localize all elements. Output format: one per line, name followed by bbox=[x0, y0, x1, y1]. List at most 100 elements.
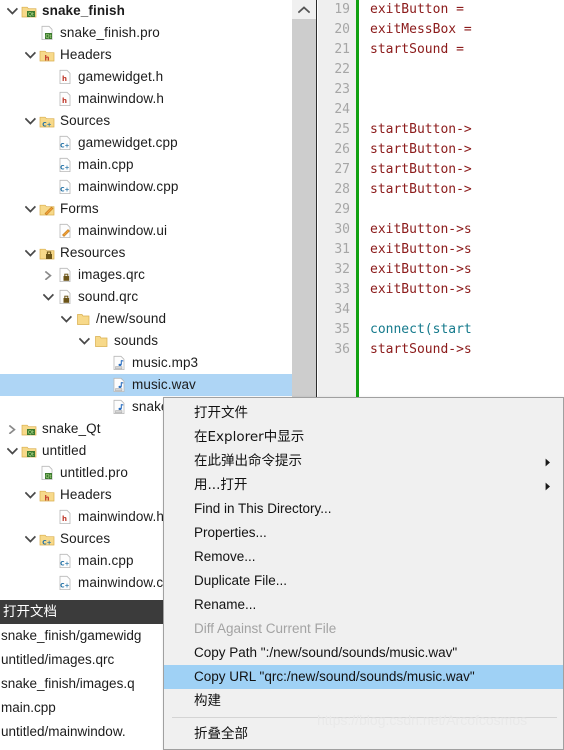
context-menu-item-label: Copy Path ":/new/sound/sounds/music.wav" bbox=[194, 645, 458, 660]
chevron-down-icon[interactable] bbox=[43, 293, 54, 302]
context-menu-item[interactable]: 用...打开 bbox=[164, 473, 563, 497]
chevron-down-icon[interactable] bbox=[25, 51, 36, 60]
context-menu-item[interactable]: Rename... bbox=[164, 593, 563, 617]
code-line: 34 bbox=[318, 300, 564, 320]
context-menu-item[interactable]: Properties... bbox=[164, 521, 563, 545]
open-documents-list[interactable]: snake_finish/gamewidg untitled/images.qrc… bbox=[0, 624, 163, 743]
tree-item-gamewidget-h[interactable]: h gamewidget.h bbox=[0, 66, 292, 88]
tree-item-label: snake_finish.pro bbox=[60, 25, 160, 40]
line-number: 31 bbox=[334, 242, 350, 257]
qrc-file-icon bbox=[59, 267, 71, 282]
context-menu-item[interactable]: 打开文件 bbox=[164, 401, 563, 425]
open-document-item[interactable]: snake_finish/images.q bbox=[0, 672, 163, 696]
code-line: 30 exitButton->s bbox=[318, 220, 564, 240]
twisty-placeholder bbox=[94, 374, 110, 396]
code-text: connect(start bbox=[370, 322, 472, 337]
line-number: 24 bbox=[334, 102, 350, 117]
code-line: 35 connect(start bbox=[318, 320, 564, 340]
tree-item-headers[interactable]: h Headers bbox=[0, 44, 292, 66]
chevron-down-icon[interactable] bbox=[4, 0, 20, 22]
qt-project-folder-icon: Qt bbox=[20, 0, 38, 22]
forms-folder-icon bbox=[38, 198, 56, 220]
chevron-down-icon[interactable] bbox=[61, 315, 72, 324]
chevron-down-icon[interactable] bbox=[7, 447, 18, 456]
tree-item-mainwindow-cpp[interactable]: C+ mainwindow.cpp bbox=[0, 176, 292, 198]
chevron-down-icon[interactable] bbox=[25, 535, 36, 544]
context-menu-item-label: Find in This Directory... bbox=[194, 501, 332, 516]
chevron-right-icon[interactable] bbox=[40, 264, 56, 286]
context-menu-item[interactable]: 在此弹出命令提示 bbox=[164, 449, 563, 473]
tree-item-mainwindow-ui[interactable]: mainwindow.ui bbox=[0, 220, 292, 242]
chevron-down-icon[interactable] bbox=[25, 117, 36, 126]
code-text: exitButton->s bbox=[370, 242, 472, 257]
context-menu-item[interactable]: 在Explorer中显示 bbox=[164, 425, 563, 449]
chevron-down-icon[interactable] bbox=[22, 44, 38, 66]
tree-item-sound-qrc[interactable]: sound.qrc bbox=[0, 286, 292, 308]
tree-item-label: sound.qrc bbox=[78, 289, 139, 304]
context-menu-item-label: 打开文件 bbox=[194, 405, 248, 421]
code-text: startButton-> bbox=[370, 122, 472, 137]
line-number: 23 bbox=[334, 82, 350, 97]
chevron-down-icon[interactable] bbox=[76, 330, 92, 352]
chevron-down-icon[interactable] bbox=[22, 484, 38, 506]
code-text: startSound->s bbox=[370, 342, 472, 357]
context-menu-item: Diff Against Current File bbox=[164, 617, 563, 641]
chevron-down-icon[interactable] bbox=[58, 308, 74, 330]
open-documents-title: 打开文档 bbox=[0, 600, 163, 624]
tree-item--new-sound[interactable]: /new/sound bbox=[0, 308, 292, 330]
code-line: 26 startButton-> bbox=[318, 140, 564, 160]
chevron-down-icon[interactable] bbox=[40, 286, 56, 308]
tree-item-snake-finish[interactable]: Qt snake_finish bbox=[0, 0, 292, 22]
chevron-down-icon[interactable] bbox=[25, 491, 36, 500]
open-document-item[interactable]: snake_finish/gamewidg bbox=[0, 624, 163, 648]
tree-item-music-mp3[interactable]: music.mp3 bbox=[0, 352, 292, 374]
twisty-placeholder bbox=[94, 396, 110, 418]
chevron-down-icon[interactable] bbox=[25, 205, 36, 214]
audio-file-icon bbox=[110, 374, 128, 396]
chevron-down-icon[interactable] bbox=[22, 528, 38, 550]
chevron-down-icon[interactable] bbox=[7, 7, 18, 16]
twisty-placeholder bbox=[40, 66, 56, 88]
line-number: 29 bbox=[334, 202, 350, 217]
chevron-right-icon[interactable] bbox=[4, 418, 20, 440]
tree-item-main-cpp[interactable]: C+ main.cpp bbox=[0, 154, 292, 176]
context-menu-item[interactable]: Remove... bbox=[164, 545, 563, 569]
context-menu-item[interactable]: 构建 bbox=[164, 689, 563, 713]
context-menu[interactable]: 打开文件在Explorer中显示 在此弹出命令提示 用...打开 Find in Th… bbox=[163, 397, 564, 750]
tree-item-images-qrc[interactable]: images.qrc bbox=[0, 264, 292, 286]
tree-item-sources[interactable]: C+ Sources bbox=[0, 110, 292, 132]
tree-item-sounds[interactable]: sounds bbox=[0, 330, 292, 352]
open-document-item[interactable]: untitled/mainwindow. bbox=[0, 720, 163, 743]
chevron-down-icon[interactable] bbox=[22, 198, 38, 220]
code-line: 23 bbox=[318, 80, 564, 100]
context-menu-item[interactable]: Copy Path ":/new/sound/sounds/music.wav" bbox=[164, 641, 563, 665]
open-document-item[interactable]: untitled/images.qrc bbox=[0, 648, 163, 672]
context-menu-item[interactable]: Duplicate File... bbox=[164, 569, 563, 593]
chevron-down-icon[interactable] bbox=[22, 242, 38, 264]
line-number: 28 bbox=[334, 182, 350, 197]
code-text: startButton-> bbox=[370, 162, 472, 177]
chevron-right-icon[interactable] bbox=[7, 425, 18, 434]
line-number: 32 bbox=[334, 262, 350, 277]
tree-item-gamewidget-cpp[interactable]: C+ gamewidget.cpp bbox=[0, 132, 292, 154]
chevron-down-icon[interactable] bbox=[79, 337, 90, 346]
open-documents-panel[interactable]: 打开文档 snake_finish/gamewidg untitled/image… bbox=[0, 600, 163, 743]
tree-item-mainwindow-h[interactable]: h mainwindow.h bbox=[0, 88, 292, 110]
audio-file-icon bbox=[113, 377, 125, 392]
sources-folder-icon: C+ bbox=[39, 116, 55, 129]
chevron-down-icon[interactable] bbox=[25, 249, 36, 258]
twisty-placeholder bbox=[94, 352, 110, 374]
code-line: 19 exitButton = bbox=[318, 0, 564, 20]
scroll-up-button[interactable] bbox=[292, 0, 316, 19]
context-menu-item[interactable]: Find in This Directory... bbox=[164, 497, 563, 521]
context-menu-item-label: Duplicate File... bbox=[194, 573, 288, 588]
chevron-right-icon[interactable] bbox=[43, 271, 54, 280]
chevron-down-icon[interactable] bbox=[22, 110, 38, 132]
tree-item-resources[interactable]: Resources bbox=[0, 242, 292, 264]
context-menu-item[interactable]: Copy URL "qrc:/new/sound/sounds/music.wa… bbox=[164, 665, 563, 689]
open-document-item[interactable]: main.cpp bbox=[0, 696, 163, 720]
chevron-down-icon[interactable] bbox=[4, 440, 20, 462]
tree-item-music-wav[interactable]: music.wav bbox=[0, 374, 292, 396]
tree-item-snake-finish-pro[interactable]: Qt snake_finish.pro bbox=[0, 22, 292, 44]
tree-item-forms[interactable]: Forms bbox=[0, 198, 292, 220]
